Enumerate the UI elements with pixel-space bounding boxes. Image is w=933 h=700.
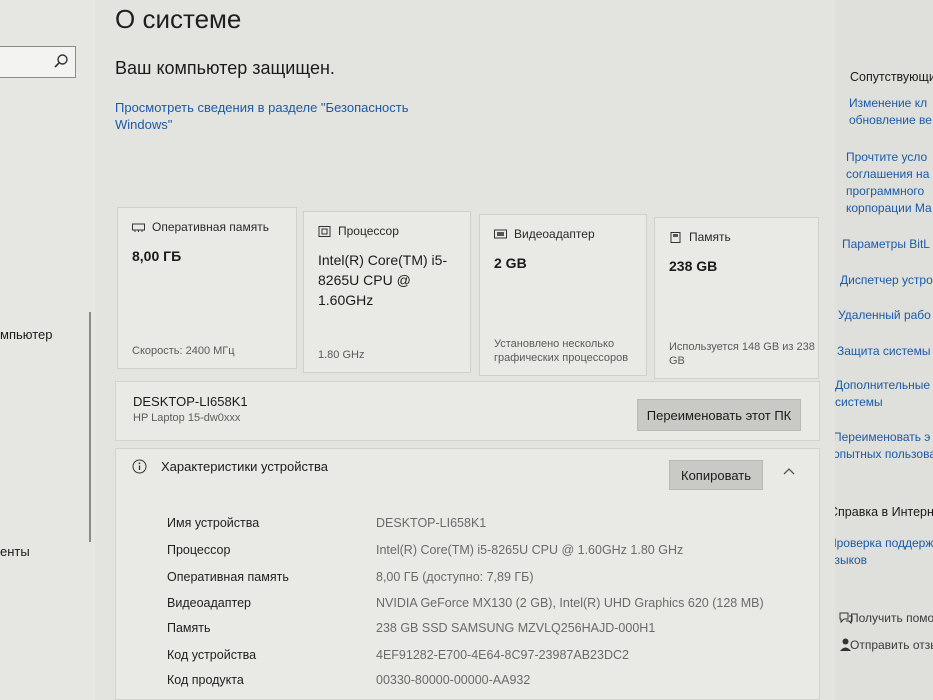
card-ram: Оперативная память 8,00 ГБ Скорость: 240…: [117, 207, 297, 369]
device-specs-panel: Характеристики устройства Копировать Имя…: [115, 448, 820, 700]
page-title: О системе: [115, 4, 242, 34]
help-link[interactable]: Проверка поддерж языков: [835, 535, 933, 569]
sidebar-scrollbar[interactable]: [89, 312, 91, 542]
related-heading: Сопутствующи: [850, 70, 933, 84]
card-ram-value: 8,00 ГБ: [132, 248, 182, 264]
spec-key: Видеоадаптер: [167, 596, 251, 610]
card-storage-label: Память: [689, 230, 731, 244]
spec-value: 00330-80000-00000-AA932: [376, 673, 531, 687]
sidebar: мпьютер енты: [0, 0, 96, 700]
spec-key: Код устройства: [167, 648, 257, 662]
chevron-up-icon[interactable]: [783, 467, 795, 475]
related-link[interactable]: Защита системы: [837, 343, 930, 360]
spec-value: DESKTOP-LI658K1: [376, 516, 487, 530]
card-storage-value: 238 GB: [669, 258, 718, 274]
get-help-link[interactable]: Получить помо: [839, 611, 933, 625]
protection-status: Ваш компьютер защищен.: [115, 58, 335, 78]
spec-value: 8,00 ГБ (доступно: 7,89 ГБ): [376, 570, 534, 584]
card-storage-sub: Используется 148 GB из 238 GB: [669, 341, 815, 367]
related-link[interactable]: Изменение кл обновление ве: [849, 95, 932, 129]
search-input[interactable]: [0, 46, 76, 78]
search-icon: [54, 54, 68, 68]
spec-value: 4EF91282-E700-4E64-8C97-23987AB23DC2: [376, 648, 629, 662]
spec-value: NVIDIA GeForce MX130 (2 GB), Intel(R) UH…: [376, 596, 764, 610]
spec-key: Имя устройства: [167, 516, 260, 530]
card-cpu-label: Процессор: [338, 224, 399, 238]
help-heading: Справка в Интерне: [835, 505, 933, 519]
specs-title: Характеристики устройства: [161, 459, 328, 474]
sidebar-item-components[interactable]: енты: [0, 544, 30, 559]
get-help-label: Получить помо: [850, 611, 933, 625]
related-link[interactable]: Параметры BitL: [842, 236, 930, 253]
device-name-panel: DESKTOP-LI658K1 HP Laptop 15-dw0xxx Пере…: [115, 381, 820, 441]
spec-key: Процессор: [167, 543, 231, 557]
spec-key: Оперативная память: [167, 570, 289, 584]
related-link[interactable]: Переименовать э опытных пользова: [835, 429, 933, 463]
card-cpu-value: Intel(R) Core(TM) i5-8265U CPU @ 1.60GHz: [318, 252, 448, 308]
card-ram-label: Оперативная память: [152, 220, 269, 234]
related-settings-panel: Сопутствующи Изменение кл обновление ве …: [835, 0, 933, 700]
related-link[interactable]: Удаленный рабо: [838, 307, 931, 324]
feedback-label: Отправить отзы: [850, 638, 933, 652]
card-cpu: Процессор Intel(R) Core(TM) i5-8265U CPU…: [303, 211, 471, 373]
spec-value: 238 GB SSD SAMSUNG MZVLQ256HAJD-000H1: [376, 621, 656, 635]
card-storage: Память 238 GB Используется 148 GB из 238…: [654, 217, 819, 379]
security-details-link[interactable]: Просмотреть сведения в разделе "Безопасн…: [115, 99, 425, 133]
gpu-icon: [494, 229, 507, 238]
info-icon: [132, 459, 147, 474]
sidebar-item-computer[interactable]: мпьютер: [0, 327, 52, 342]
card-gpu-value: 2 GB: [494, 255, 527, 271]
copy-button[interactable]: Копировать: [669, 460, 763, 490]
help-icon: [839, 612, 853, 625]
device-name: DESKTOP-LI658K1: [133, 394, 248, 409]
card-gpu: Видеоадаптер 2 GB Установлено несколько …: [479, 214, 647, 376]
card-cpu-sub: 1.80 GHz: [318, 349, 365, 361]
card-ram-sub: Скорость: 2400 МГц: [132, 345, 235, 357]
feedback-icon: [840, 638, 851, 651]
rename-pc-button[interactable]: Переименовать этот ПК: [637, 399, 801, 431]
related-link[interactable]: Дополнительные системы: [835, 377, 930, 411]
spec-key: Код продукта: [167, 673, 244, 687]
cpu-icon: [318, 225, 331, 237]
card-gpu-label: Видеоадаптер: [514, 227, 595, 241]
card-gpu-sub: Установлено несколько графических процес…: [494, 338, 629, 364]
feedback-link[interactable]: Отправить отзы: [840, 638, 933, 652]
related-link[interactable]: Диспетчер устро: [840, 272, 933, 289]
main-content: О системе Ваш компьютер защищен. Просмот…: [95, 0, 835, 700]
related-link[interactable]: Прочтите усло соглашения на программного…: [846, 149, 932, 217]
spec-value: Intel(R) Core(TM) i5-8265U CPU @ 1.60GHz…: [376, 543, 684, 557]
storage-icon: [670, 231, 681, 243]
device-model: HP Laptop 15-dw0xxx: [133, 412, 241, 424]
spec-key: Память: [167, 621, 211, 635]
memory-icon: [132, 223, 145, 232]
